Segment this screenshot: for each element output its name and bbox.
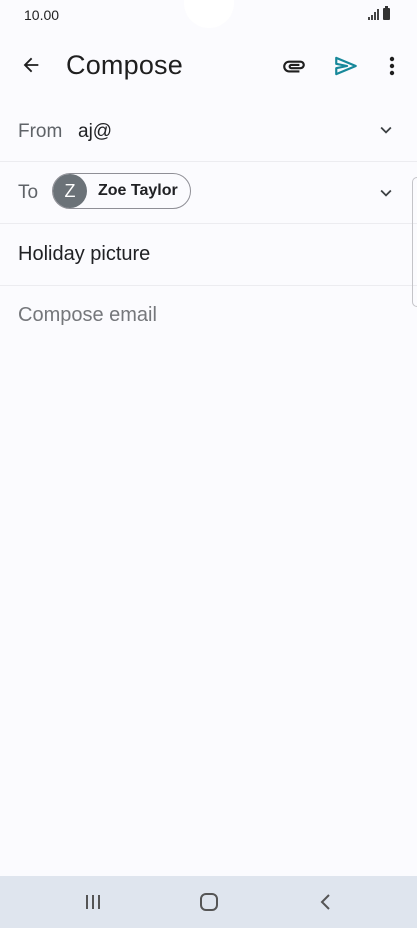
from-value: aj@ bbox=[78, 121, 113, 142]
compose-body-field[interactable]: Compose email bbox=[18, 304, 157, 327]
recents-button[interactable] bbox=[79, 890, 107, 914]
to-row[interactable]: To Z Zoe Taylor bbox=[0, 162, 417, 224]
page-title: Compose bbox=[66, 50, 183, 80]
scroll-handle[interactable] bbox=[412, 177, 417, 307]
subject-text: Holiday picture bbox=[18, 243, 151, 265]
from-row[interactable]: From aj@ bbox=[0, 101, 417, 162]
attach-button[interactable] bbox=[278, 50, 310, 82]
send-icon bbox=[335, 56, 357, 76]
back-button[interactable] bbox=[14, 48, 48, 82]
recents-icon bbox=[86, 895, 100, 909]
recipient-chip[interactable]: Z Zoe Taylor bbox=[52, 173, 191, 209]
chevron-down-icon[interactable] bbox=[375, 119, 397, 141]
recipient-name: Zoe Taylor bbox=[98, 182, 178, 199]
more-options-button[interactable] bbox=[378, 50, 406, 82]
status-bar: 10.00 bbox=[0, 0, 417, 30]
battery-icon bbox=[383, 6, 390, 20]
app-bar: Compose bbox=[0, 34, 417, 98]
status-time: 10.00 bbox=[24, 7, 60, 23]
arrow-left-icon bbox=[23, 57, 39, 73]
paperclip-icon bbox=[283, 60, 305, 73]
status-icons bbox=[368, 6, 390, 20]
subject-field[interactable]: Holiday picture bbox=[0, 224, 417, 286]
to-label: To bbox=[18, 182, 39, 203]
send-button[interactable] bbox=[330, 50, 362, 82]
chevron-down-icon[interactable] bbox=[375, 182, 397, 204]
home-icon bbox=[200, 893, 218, 911]
signal-icon bbox=[368, 9, 379, 20]
avatar: Z bbox=[53, 174, 87, 208]
camera-notch bbox=[184, 0, 234, 28]
nav-back-button[interactable] bbox=[312, 890, 340, 914]
from-label: From bbox=[18, 121, 63, 142]
more-vertical-icon bbox=[389, 56, 395, 76]
chevron-left-icon bbox=[320, 894, 330, 910]
home-button[interactable] bbox=[195, 890, 223, 914]
navigation-bar bbox=[0, 876, 417, 928]
